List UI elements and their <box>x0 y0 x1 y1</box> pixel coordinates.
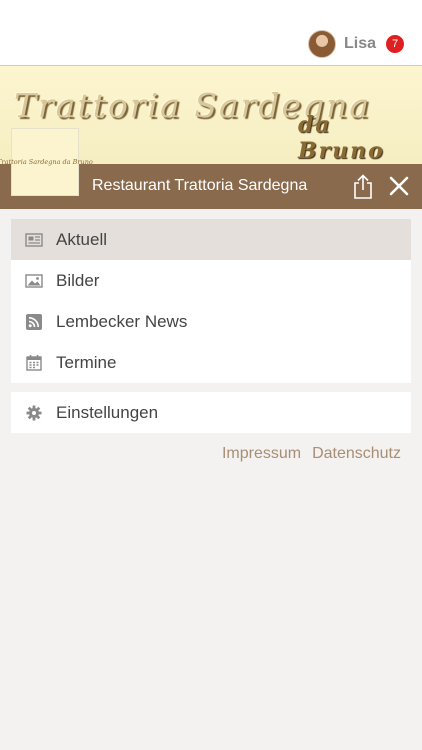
avatar[interactable] <box>307 30 336 58</box>
menu-item-bilder[interactable]: Bilder <box>11 260 411 301</box>
menu-item-label: Einstellungen <box>56 402 159 422</box>
calendar-icon <box>25 354 43 372</box>
user-name[interactable]: Lisa <box>344 35 376 53</box>
user-profile[interactable]: Lisa 7 <box>307 29 404 59</box>
page-title: Restaurant Trattoria Sardegna <box>92 177 308 194</box>
share-icon <box>354 174 372 199</box>
share-button[interactable] <box>352 174 374 200</box>
rss-icon <box>25 313 43 331</box>
menu-item-lembecker-news[interactable]: Lembecker News <box>11 301 411 342</box>
menu-item-termine[interactable]: Termine <box>11 342 411 383</box>
impressum-link[interactable]: Impressum <box>222 445 301 463</box>
menu-item-label: Bilder <box>56 270 100 290</box>
notification-badge[interactable]: 7 <box>386 35 404 53</box>
restaurant-logo-thumbnail: Trattoria Sardegna da Bruno <box>0 128 93 196</box>
gear-icon <box>25 404 43 422</box>
top-bar: Lisa 7 <box>0 0 422 66</box>
close-icon <box>389 176 409 196</box>
menu-item-aktuell[interactable]: Aktuell <box>11 219 411 260</box>
close-button[interactable] <box>388 175 410 197</box>
settings-menu: Einstellungen <box>11 392 411 433</box>
menu-item-label: Aktuell <box>56 229 108 249</box>
brand-logo-subtext: da Bruno <box>298 112 385 164</box>
datenschutz-link[interactable]: Datenschutz <box>312 445 401 463</box>
menu-item-label: Termine <box>56 352 117 372</box>
image-icon <box>25 272 43 290</box>
newspaper-icon <box>25 231 43 249</box>
main-menu: Aktuell Bilder Lembecker News Termine <box>11 219 411 383</box>
footer-links: Impressum Datenschutz <box>222 445 401 463</box>
menu-item-einstellungen[interactable]: Einstellungen <box>11 392 411 433</box>
logo-thumbnail-text: Trattoria Sardegna da Bruno <box>0 158 93 166</box>
menu-item-label: Lembecker News <box>56 311 188 331</box>
